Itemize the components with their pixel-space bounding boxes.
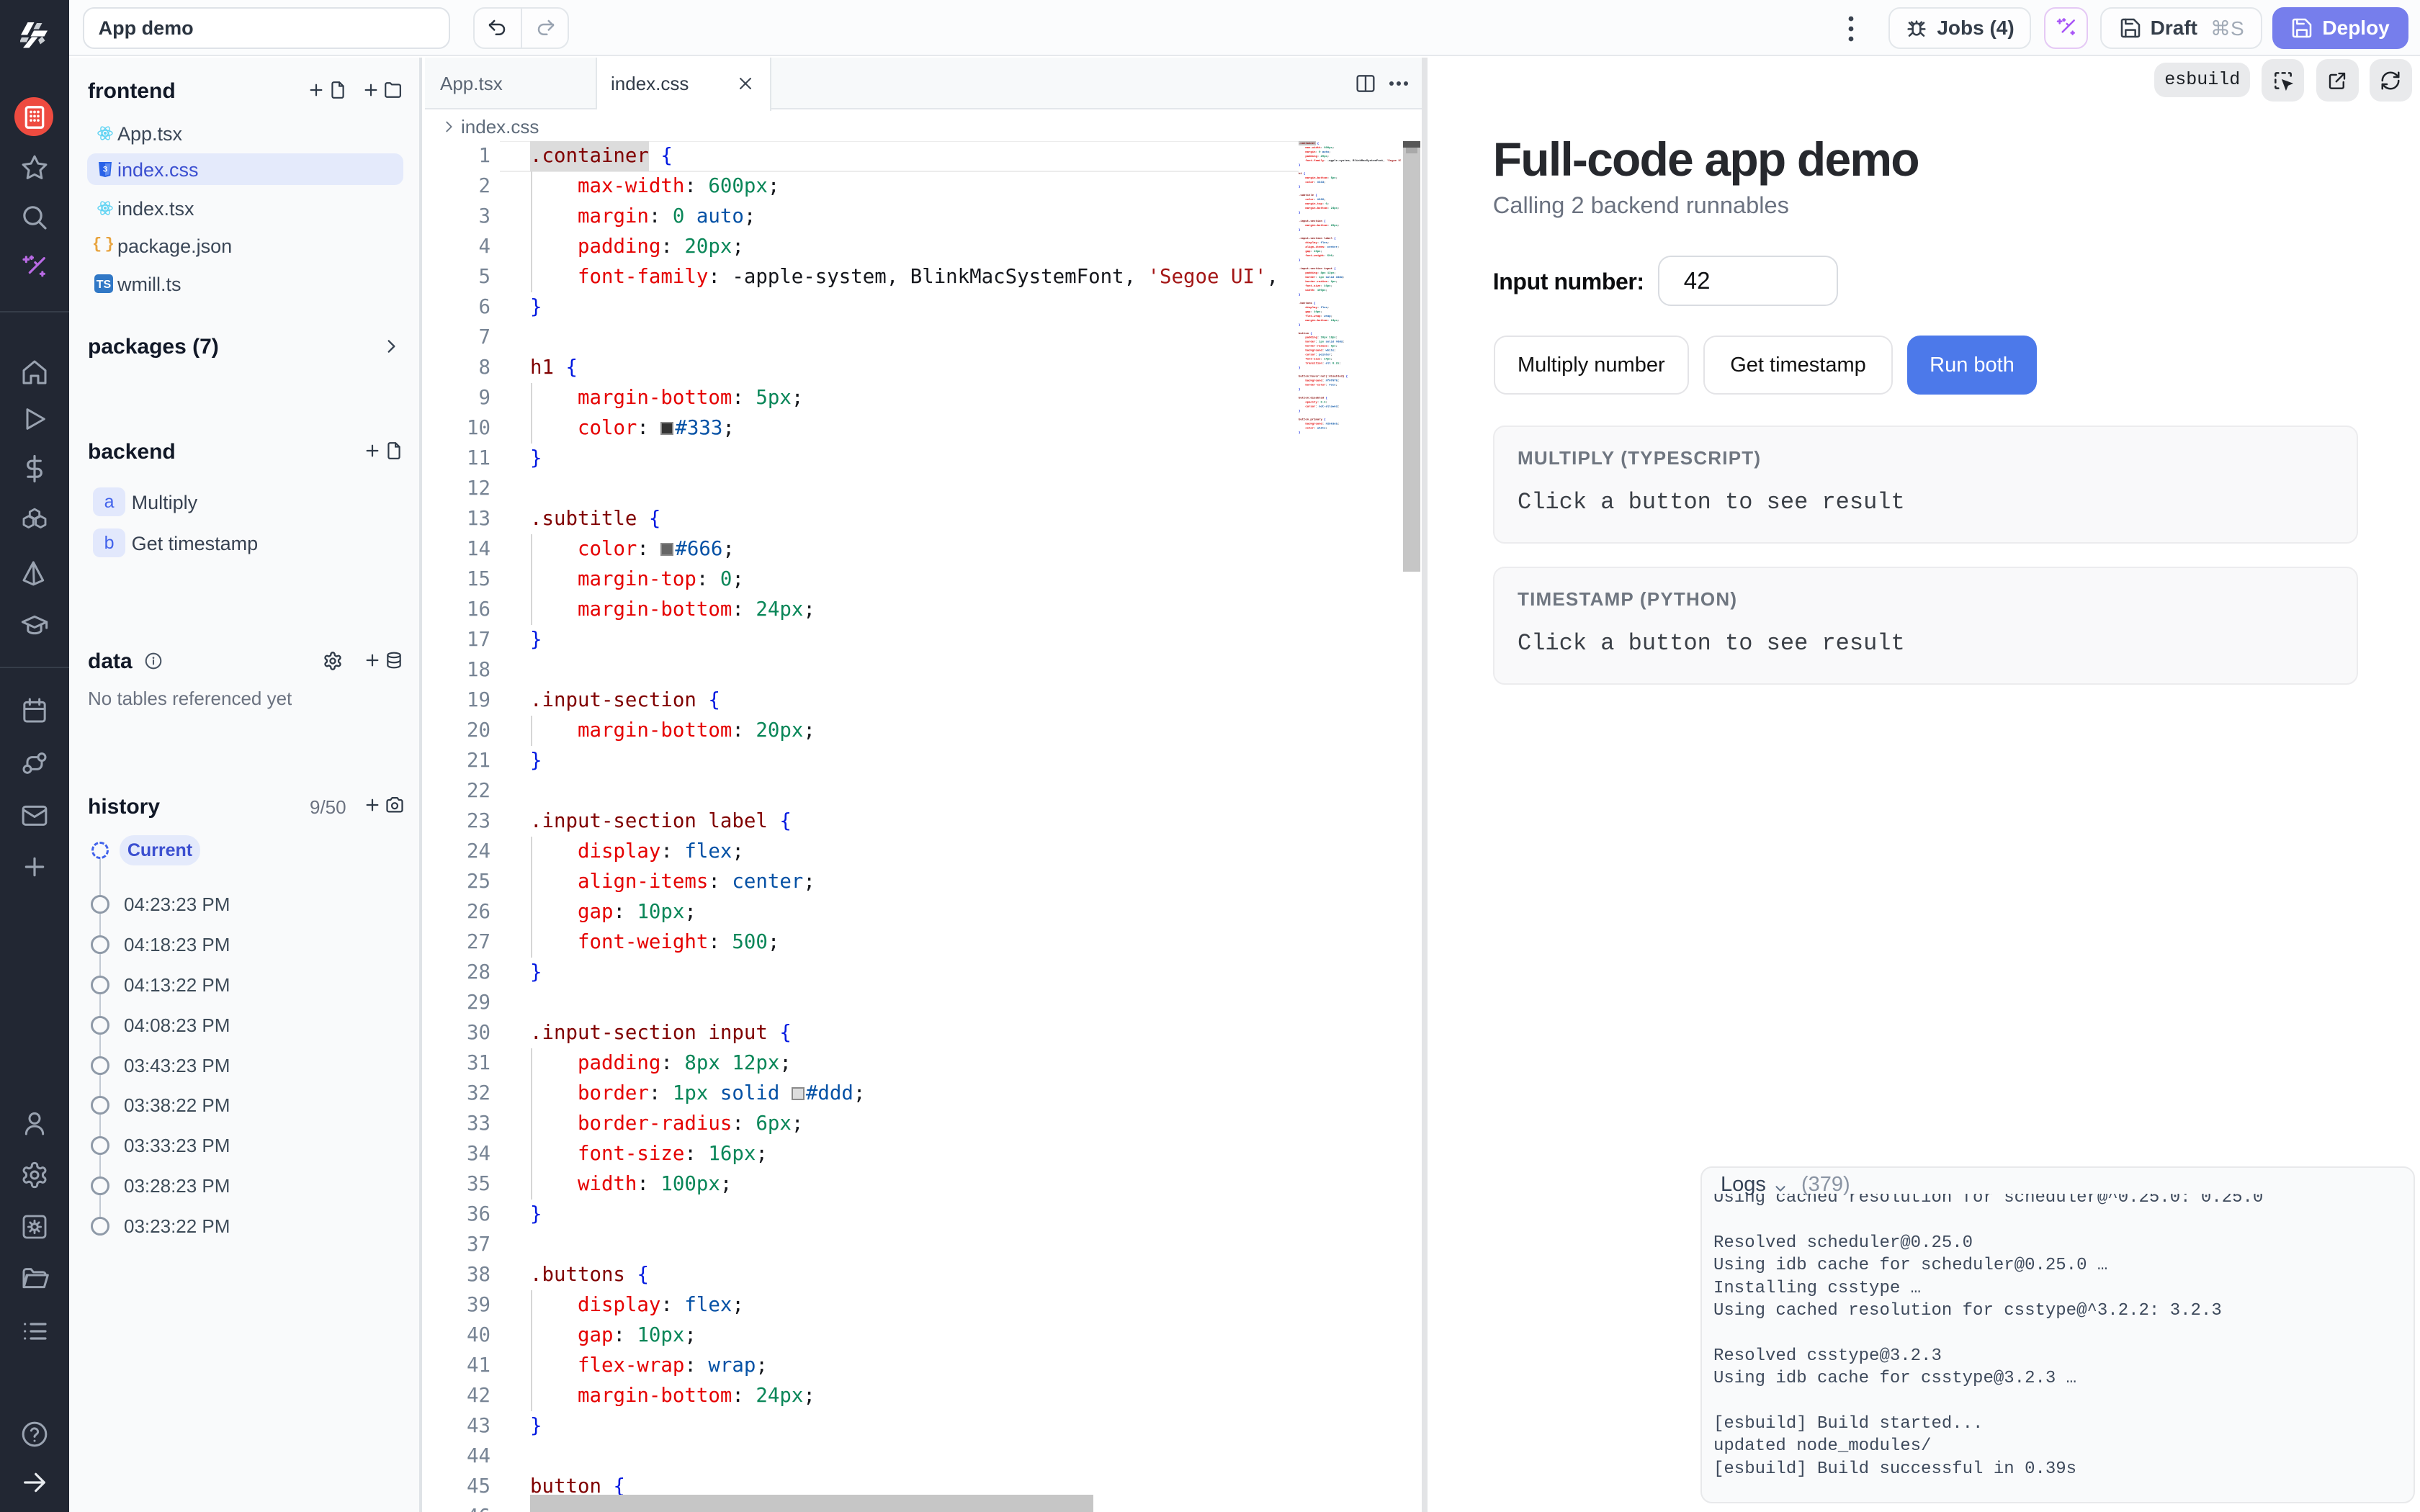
svg-text:3: 3 <box>103 166 107 174</box>
